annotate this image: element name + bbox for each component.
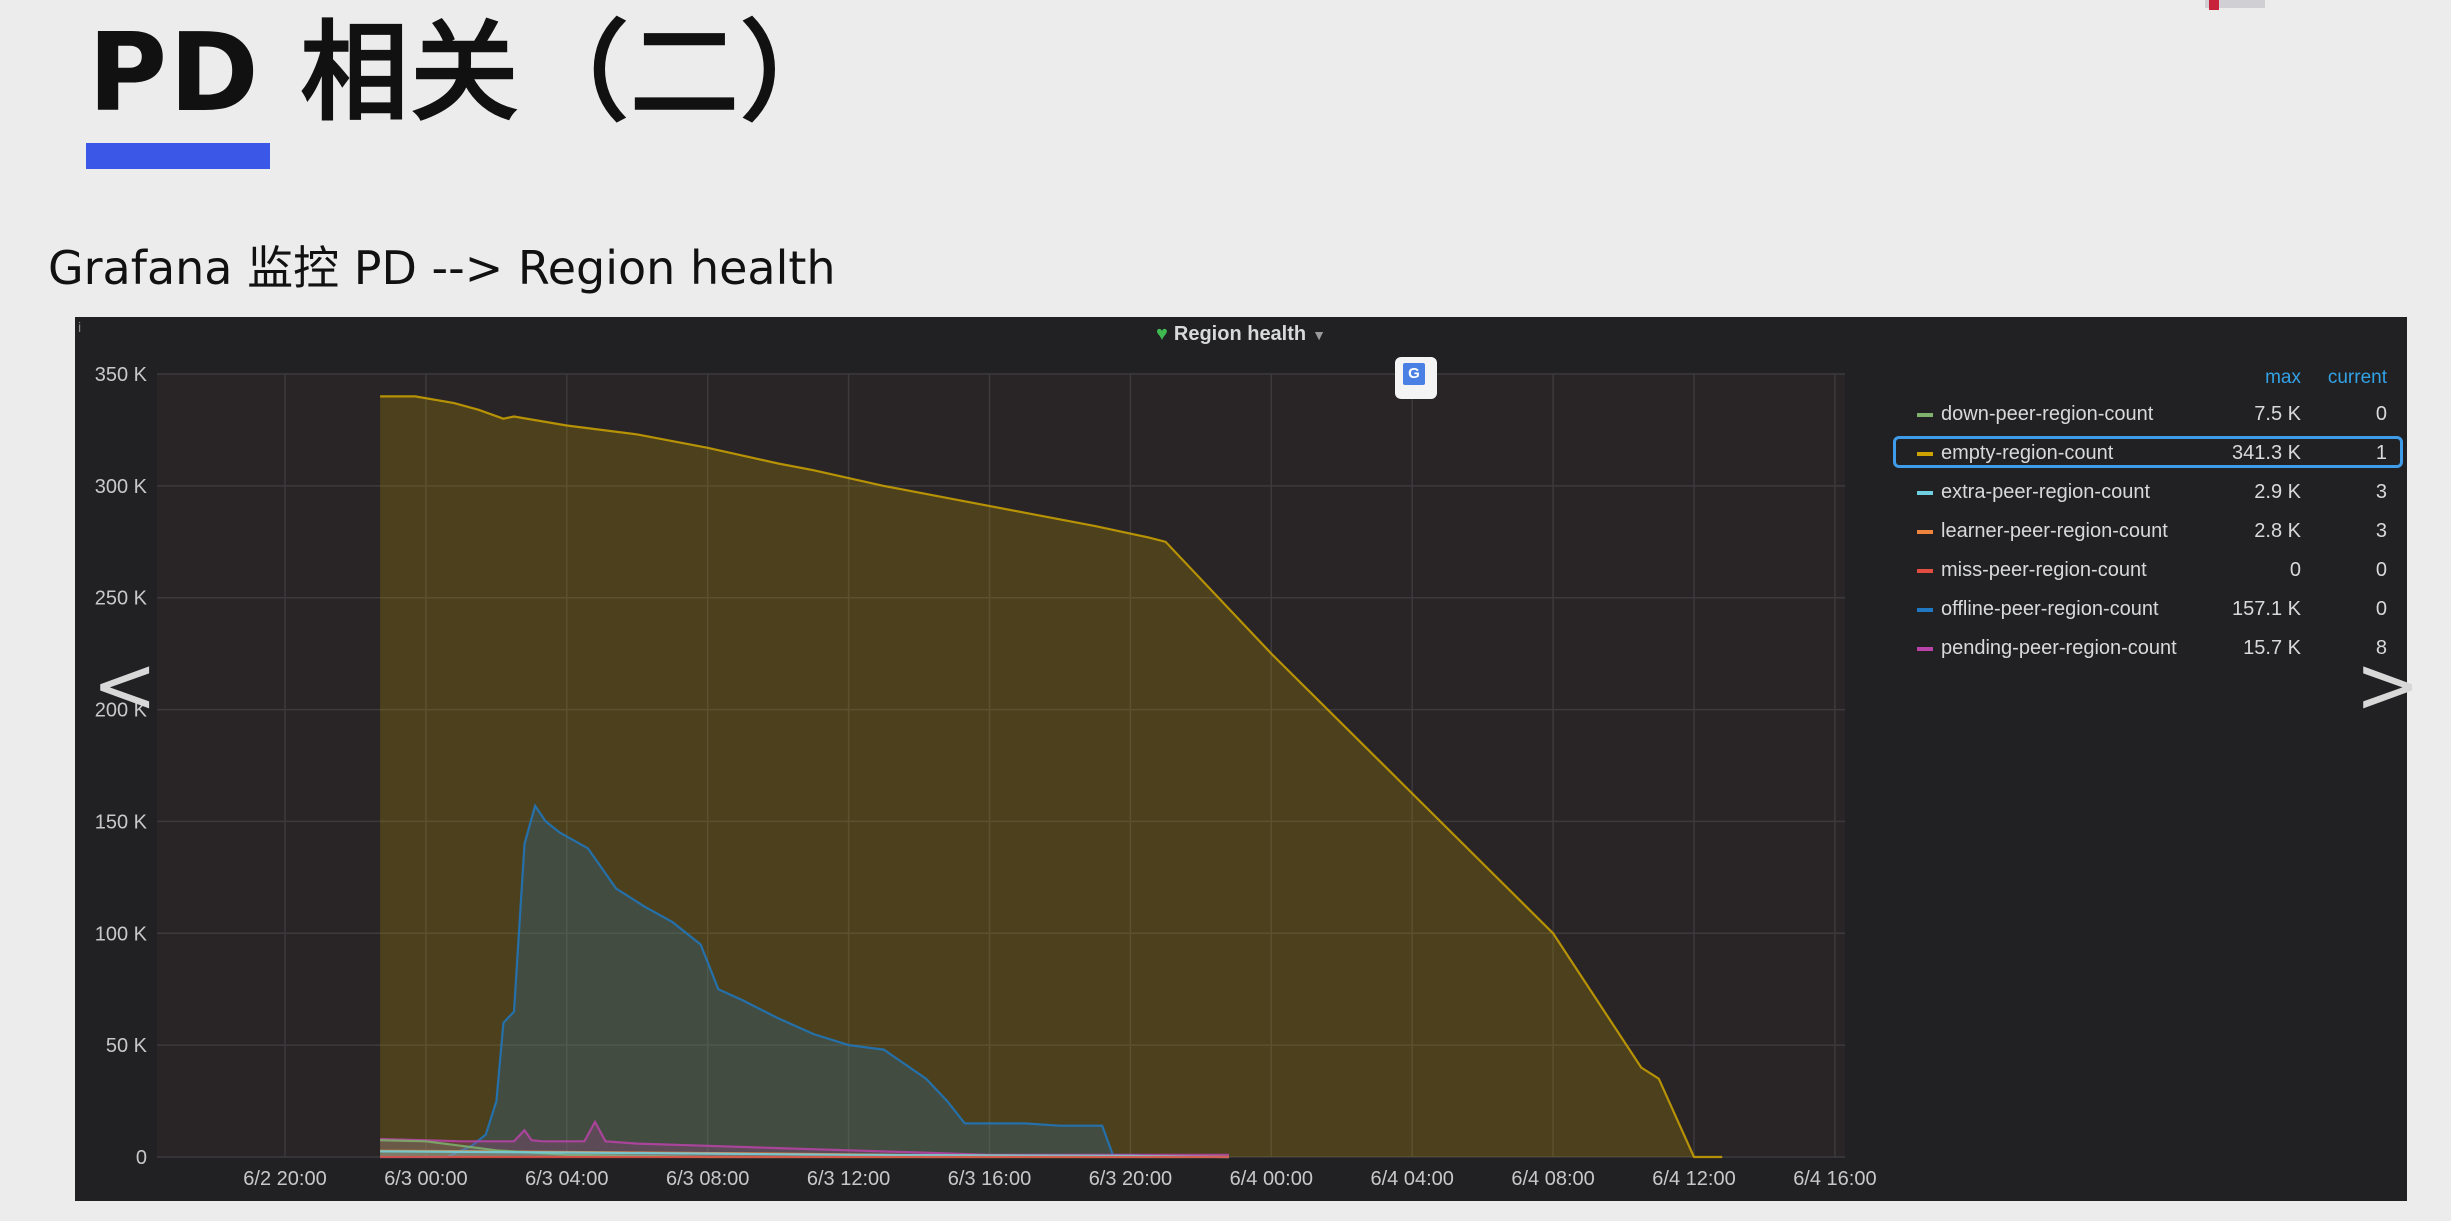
- y-tick-label: 250 K: [95, 588, 148, 610]
- x-tick-label: 6/3 04:00: [525, 1168, 608, 1190]
- x-axis-labels: 6/2 20:00 6/3 00:00 6/3 04:00 6/3 08:00 6/3 …: [243, 1168, 1876, 1190]
- corner-logo: [2205, 0, 2451, 10]
- legend-swatch: [1917, 608, 1933, 612]
- legend-current-header[interactable]: current: [2328, 367, 2387, 389]
- legend-label[interactable]: offline-peer-region-count: [1941, 598, 2159, 621]
- x-tick-label: 6/4 00:00: [1230, 1168, 1313, 1190]
- legend-current-value: 3: [2375, 520, 2387, 542]
- legend-max-header[interactable]: max: [2265, 367, 2301, 389]
- x-tick-label: 6/3 00:00: [384, 1168, 467, 1190]
- y-tick-label: 150 K: [95, 811, 148, 833]
- x-tick-label: 6/4 08:00: [1511, 1168, 1594, 1190]
- legend-header: max current: [1911, 367, 2391, 395]
- prev-slide-chevron-icon[interactable]: <: [92, 647, 157, 725]
- legend-item-pending-peer-region-count[interactable]: pending-peer-region-count 15.7 K 8: [1911, 629, 2391, 668]
- x-tick-label: 6/2 20:00: [243, 1168, 326, 1190]
- legend-current-value: 1: [2375, 442, 2387, 464]
- x-tick-label: 6/3 08:00: [666, 1168, 749, 1190]
- legend-item-learner-peer-region-count[interactable]: learner-peer-region-count 2.8 K 3: [1911, 512, 2391, 551]
- translate-icon[interactable]: G: [1395, 357, 1437, 399]
- legend-max-value: 157.1 K: [2232, 598, 2301, 620]
- legend-label[interactable]: empty-region-count: [1941, 442, 2113, 465]
- legend-label[interactable]: down-peer-region-count: [1941, 403, 2153, 426]
- legend-label[interactable]: learner-peer-region-count: [1941, 520, 2168, 543]
- legend-item-down-peer-region-count[interactable]: down-peer-region-count 7.5 K 0: [1911, 395, 2391, 434]
- x-tick-label: 6/4 16:00: [1793, 1168, 1876, 1190]
- chart-legend: max current down-peer-region-count 7.5 K 0…: [1893, 367, 2403, 668]
- x-tick-label: 6/4 12:00: [1652, 1168, 1735, 1190]
- legend-item-miss-peer-region-count[interactable]: miss-peer-region-count 0 0: [1911, 551, 2391, 590]
- legend-item-empty-region-count[interactable]: empty-region-count 341.3 K 1: [1893, 434, 2403, 473]
- y-tick-label: 300 K: [95, 476, 148, 498]
- x-tick-label: 6/3 16:00: [948, 1168, 1031, 1190]
- legend-swatch: [1917, 452, 1933, 456]
- legend-max-value: 2.9 K: [2254, 481, 2301, 503]
- y-tick-label: 350 K: [95, 364, 148, 386]
- title-underline: [86, 143, 270, 169]
- grafana-panel: i ♥ Region health ▼ 0 50 K 100 K 150 K 200 K 25…: [75, 317, 2420, 1201]
- legend-swatch: [1917, 413, 1933, 417]
- x-tick-label: 6/3 20:00: [1089, 1168, 1172, 1190]
- google-translate-glyph: G: [1403, 363, 1425, 385]
- legend-swatch: [1917, 569, 1933, 573]
- legend-current-value: 8: [2375, 637, 2387, 659]
- legend-swatch: [1917, 647, 1933, 651]
- logo-mark: [2209, 0, 2219, 10]
- legend-max-value: 0: [2289, 559, 2301, 581]
- x-tick-label: 6/4 04:00: [1370, 1168, 1453, 1190]
- y-axis-labels: 050 K100 K150 K200 K250 K300 K350 K: [95, 364, 148, 1169]
- legend-label[interactable]: miss-peer-region-count: [1941, 559, 2147, 582]
- legend-current-value: 0: [2375, 559, 2387, 581]
- legend-current-value: 0: [2375, 598, 2387, 620]
- x-tick-label: 6/3 12:00: [807, 1168, 890, 1190]
- legend-item-offline-peer-region-count[interactable]: offline-peer-region-count 157.1 K 0: [1911, 590, 2391, 629]
- y-tick-label: 0: [136, 1147, 147, 1169]
- legend-item-extra-peer-region-count[interactable]: extra-peer-region-count 2.9 K 3: [1911, 473, 2391, 512]
- legend-label[interactable]: pending-peer-region-count: [1941, 637, 2177, 660]
- legend-max-value: 7.5 K: [2254, 403, 2301, 425]
- legend-current-value: 0: [2375, 403, 2387, 425]
- legend-max-value: 15.7 K: [2243, 637, 2301, 659]
- legend-max-value: 341.3 K: [2232, 442, 2301, 464]
- legend-current-value: 3: [2375, 481, 2387, 503]
- y-tick-label: 100 K: [95, 923, 148, 945]
- slide-subtitle: Grafana 监控 PD --> Region health: [48, 241, 836, 295]
- legend-label[interactable]: extra-peer-region-count: [1941, 481, 2150, 504]
- legend-swatch: [1917, 491, 1933, 495]
- legend-swatch: [1917, 530, 1933, 534]
- legend-max-value: 2.8 K: [2254, 520, 2301, 542]
- y-tick-label: 50 K: [106, 1035, 148, 1057]
- legend-rows: down-peer-region-count 7.5 K 0 empty-region…: [1893, 395, 2403, 668]
- slide-title: PD 相关（二）: [88, 11, 851, 136]
